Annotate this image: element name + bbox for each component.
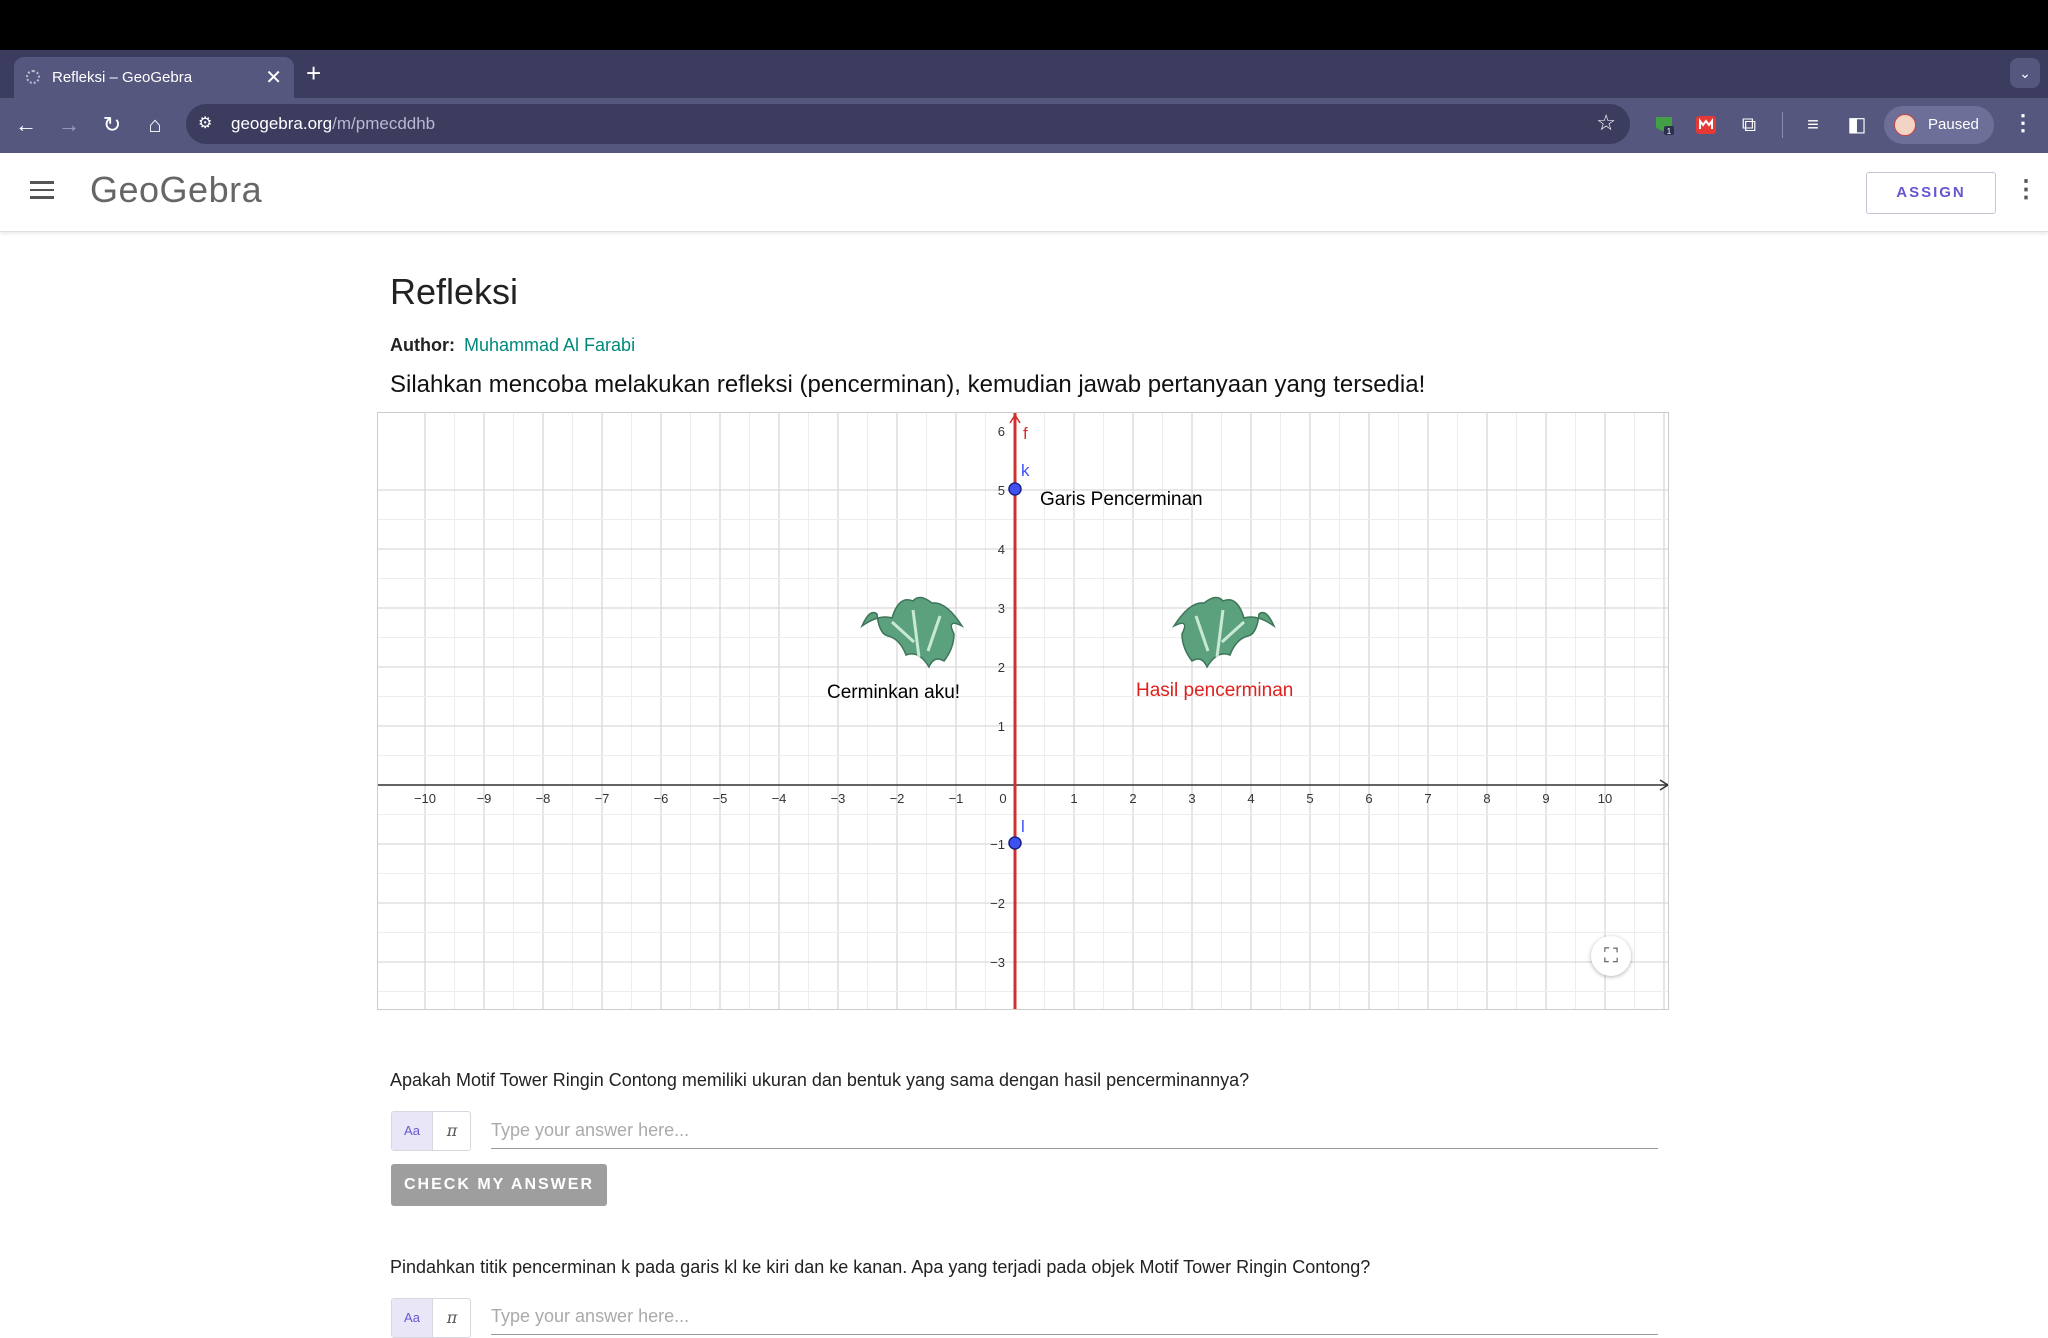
address-bar[interactable]: ⚙ geogebra.org/m/pmecddhb ☆: [186, 104, 1630, 144]
os-top-bar: [0, 0, 2048, 50]
fullscreen-icon[interactable]: ⛶: [1591, 936, 1631, 976]
shield-extension-icon[interactable]: 1: [1652, 113, 1676, 137]
x-tick-label: −1: [949, 791, 964, 806]
input-mode-toggle-2[interactable]: Aa π: [391, 1298, 471, 1338]
hamburger-menu-icon[interactable]: [30, 181, 54, 199]
text-mode-button[interactable]: Aa: [392, 1112, 432, 1150]
new-tab-icon[interactable]: +: [306, 58, 321, 89]
x-tick-label: 1: [1070, 791, 1077, 806]
graphics-view[interactable]: −10 −9 −8 −7 −6 −5 −4 −3 −2 −1 0 1 2 3 4 5 6 7 8 9 10654321−…: [378, 413, 1669, 1010]
x-tick-label: −10: [414, 791, 436, 806]
instruction-text: Silahkan mencoba melakukan refleksi (pen…: [390, 371, 1426, 398]
y-tick-label: 2: [998, 660, 1005, 675]
check-answer-button[interactable]: CHECK MY ANSWER: [391, 1164, 607, 1206]
author-line: Author: Muhammad Al Farabi: [390, 335, 635, 356]
x-tick-label: −6: [654, 791, 669, 806]
x-tick-label: 8: [1483, 791, 1490, 806]
x-tick-label: −9: [477, 791, 492, 806]
question-2-text: Pindahkan titik pencerminan k pada garis…: [390, 1257, 1371, 1277]
avatar: [1894, 114, 1916, 136]
y-tick-label: 4: [998, 542, 1005, 557]
y-tick-label: 6: [998, 424, 1005, 439]
side-panel-icon[interactable]: ◧: [1844, 112, 1870, 138]
loading-favicon-icon: [26, 70, 40, 84]
x-tick-label: −5: [713, 791, 728, 806]
media-control-icon[interactable]: ≡: [1800, 112, 1826, 138]
geogebra-logo[interactable]: GeoGebra: [90, 169, 262, 211]
text-mode-button[interactable]: Aa: [392, 1299, 432, 1337]
x-tick-label: 5: [1306, 791, 1313, 806]
line-f-label: f: [1023, 424, 1028, 443]
geogebra-applet[interactable]: −10 −9 −8 −7 −6 −5 −4 −3 −2 −1 0 1 2 3 4 5 6 7 8 9 10 6 5 4 3 2 1−…: [377, 412, 1669, 1010]
point-k-label: k: [1021, 461, 1030, 480]
svg-text:1: 1: [1667, 127, 1672, 136]
browser-menu-icon[interactable]: ⋮: [2012, 110, 2034, 136]
close-tab-icon[interactable]: ✕: [265, 65, 282, 90]
y-tick-label: −1: [990, 837, 1005, 852]
answer-input-2[interactable]: [491, 1298, 1658, 1335]
profile-status: Paused: [1928, 116, 1979, 133]
extensions-puzzle-icon[interactable]: ⧉: [1736, 112, 1762, 138]
geogebra-header: GeoGebra ASSIGN ⋮: [0, 153, 2048, 232]
more-options-icon[interactable]: ⋮: [2014, 175, 2038, 204]
x-tick-label: 2: [1129, 791, 1136, 806]
x-tick-label: −2: [890, 791, 905, 806]
bookmark-star-icon[interactable]: ☆: [1596, 110, 1616, 136]
point-k[interactable]: [1008, 482, 1022, 496]
tab-search-chevron-icon[interactable]: ⌄: [2010, 58, 2040, 88]
red-extension-icon[interactable]: [1694, 113, 1718, 137]
site-settings-icon[interactable]: ⚙: [198, 113, 212, 133]
x-tick-label: −7: [595, 791, 610, 806]
toolbar-divider: [1782, 112, 1783, 138]
url-text: geogebra.org/m/pmecddhb: [231, 114, 436, 133]
input-mode-toggle-1[interactable]: Aa π: [391, 1111, 471, 1151]
page-title: Refleksi: [390, 271, 519, 312]
x-tick-label: 4: [1247, 791, 1254, 806]
x-tick-label: 7: [1424, 791, 1431, 806]
x-tick-label: 6: [1365, 791, 1372, 806]
author-label: Author:: [390, 335, 455, 355]
y-tick-label: −3: [990, 955, 1005, 970]
back-arrow-icon[interactable]: ←: [13, 112, 39, 138]
x-tick-label: −4: [772, 791, 787, 806]
y-tick-label: 3: [998, 601, 1005, 616]
mirror-line-text: Garis Pencerminan: [1040, 489, 1203, 510]
question-1-text: Apakah Motif Tower Ringin Contong memili…: [390, 1070, 1250, 1090]
home-icon[interactable]: ⌂: [142, 112, 168, 138]
math-mode-button[interactable]: π: [432, 1299, 471, 1337]
forward-arrow-icon[interactable]: →: [56, 112, 82, 138]
result-motif-label: Hasil pencerminan: [1136, 680, 1293, 701]
assign-button[interactable]: ASSIGN: [1866, 172, 1996, 214]
x-tick-label: −3: [831, 791, 846, 806]
x-tick-label: −8: [536, 791, 551, 806]
answer-input-1[interactable]: [491, 1112, 1658, 1149]
point-l-label: l: [1021, 817, 1025, 836]
y-tick-label: −2: [990, 896, 1005, 911]
x-tick-label: 0: [999, 791, 1006, 806]
reload-icon[interactable]: ↻: [99, 112, 125, 138]
tab-title: Refleksi – GeoGebra: [52, 69, 193, 86]
tab-strip: Refleksi – GeoGebra ✕ + ⌄: [0, 50, 2048, 98]
x-tick-label: 10: [1598, 791, 1612, 806]
point-l[interactable]: [1008, 836, 1022, 850]
author-link[interactable]: Muhammad Al Farabi: [464, 335, 635, 355]
browser-tab[interactable]: Refleksi – GeoGebra ✕: [14, 57, 294, 98]
y-tick-label: 1: [998, 719, 1005, 734]
math-mode-button[interactable]: π: [432, 1112, 471, 1150]
y-tick-label: 5: [998, 483, 1005, 498]
x-tick-label: 9: [1542, 791, 1549, 806]
browser-toolbar: ← → ↻ ⌂ ⚙ geogebra.org/m/pmecddhb ☆ 1 ⧉ …: [0, 98, 2048, 153]
x-tick-label: 3: [1188, 791, 1195, 806]
profile-button[interactable]: Paused: [1884, 106, 1994, 144]
original-motif-label: Cerminkan aku!: [827, 682, 960, 703]
